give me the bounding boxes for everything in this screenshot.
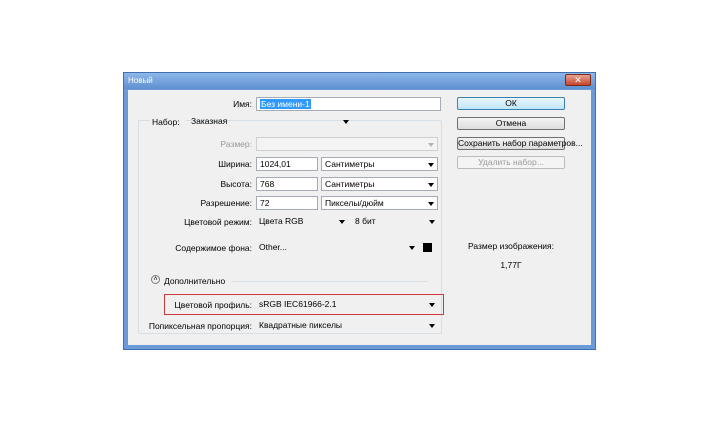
new-document-dialog: Новый ✕ Имя: Без имени-1 Набор: Заказная…	[123, 72, 596, 350]
chevron-down-icon	[428, 143, 434, 147]
chevron-up-icon: ˄	[153, 276, 158, 283]
title-bar[interactable]: Новый ✕	[124, 73, 595, 89]
chevron-down-icon	[429, 220, 435, 224]
image-size-value: 1,77Г	[500, 260, 522, 270]
background-select[interactable]: Other...	[256, 241, 418, 255]
chevron-down-icon	[339, 220, 345, 224]
resolution-label: Разрешение:	[200, 198, 252, 208]
width-unit: Сантиметры	[325, 159, 375, 169]
window-title: Новый	[128, 76, 153, 85]
chevron-down-icon	[428, 163, 434, 167]
height-value: 768	[260, 179, 275, 189]
name-label: Имя:	[233, 99, 252, 109]
chevron-down-icon	[429, 303, 435, 307]
name-input[interactable]: Без имени-1	[256, 97, 441, 111]
chevron-down-icon	[428, 183, 434, 187]
preset-label: Набор:	[150, 117, 186, 127]
height-unit: Сантиметры	[325, 179, 375, 189]
delete-preset-button[interactable]: Удалить набор...	[457, 156, 565, 169]
name-input-value: Без имени-1	[260, 99, 311, 109]
preset-value: Заказная	[191, 116, 228, 126]
pixel-aspect-label: Попиксельная пропорция:	[148, 321, 252, 331]
color-profile-value: sRGB IEC61966-2.1	[259, 299, 337, 309]
color-mode-label: Цветовой режим:	[184, 217, 252, 227]
width-label: Ширина:	[218, 159, 252, 169]
advanced-label: Дополнительно	[164, 276, 226, 286]
bit-depth-select[interactable]: 8 бит	[352, 215, 438, 229]
color-profile-label: Цветовой профиль:	[174, 300, 252, 310]
image-size-label: Размер изображения:	[468, 241, 554, 251]
chevron-down-icon	[429, 324, 435, 328]
size-select[interactable]	[256, 137, 438, 151]
color-profile-select[interactable]: sRGB IEC61966-2.1	[256, 298, 438, 312]
chevron-down-icon	[343, 120, 349, 124]
width-value: 1024,01	[260, 159, 291, 169]
resolution-unit-select[interactable]: Пикселы/дюйм	[321, 196, 438, 210]
close-icon: ✕	[574, 75, 582, 85]
cancel-button[interactable]: Отмена	[457, 117, 565, 130]
background-label: Содержимое фона:	[175, 243, 252, 253]
advanced-toggle[interactable]: ˄	[151, 275, 160, 284]
height-label: Высота:	[220, 179, 252, 189]
color-mode-value: Цвета RGB	[259, 216, 304, 226]
dialog-body: Имя: Без имени-1 Набор: Заказная Размер:…	[128, 90, 591, 345]
height-input[interactable]: 768	[256, 177, 318, 191]
pixel-aspect-value: Квадратные пикселы	[259, 320, 343, 330]
color-mode-select[interactable]: Цвета RGB	[256, 215, 348, 229]
background-value: Other...	[259, 242, 287, 252]
size-label: Размер:	[220, 139, 252, 149]
bit-depth-value: 8 бит	[355, 216, 376, 226]
resolution-value: 72	[260, 198, 270, 208]
chevron-down-icon	[409, 246, 415, 250]
pixel-aspect-select[interactable]: Квадратные пикселы	[256, 319, 438, 333]
save-preset-button[interactable]: Сохранить набор параметров...	[457, 137, 583, 150]
resolution-unit: Пикселы/дюйм	[325, 198, 384, 208]
resolution-input[interactable]: 72	[256, 196, 318, 210]
preset-select[interactable]: Заказная	[188, 115, 352, 129]
width-unit-select[interactable]: Сантиметры	[321, 157, 438, 171]
width-input[interactable]: 1024,01	[256, 157, 318, 171]
ok-button[interactable]: ОК	[457, 97, 565, 110]
background-color-swatch[interactable]	[423, 243, 432, 252]
advanced-divider	[232, 281, 428, 282]
close-button[interactable]: ✕	[565, 74, 591, 86]
height-unit-select[interactable]: Сантиметры	[321, 177, 438, 191]
chevron-down-icon	[428, 202, 434, 206]
